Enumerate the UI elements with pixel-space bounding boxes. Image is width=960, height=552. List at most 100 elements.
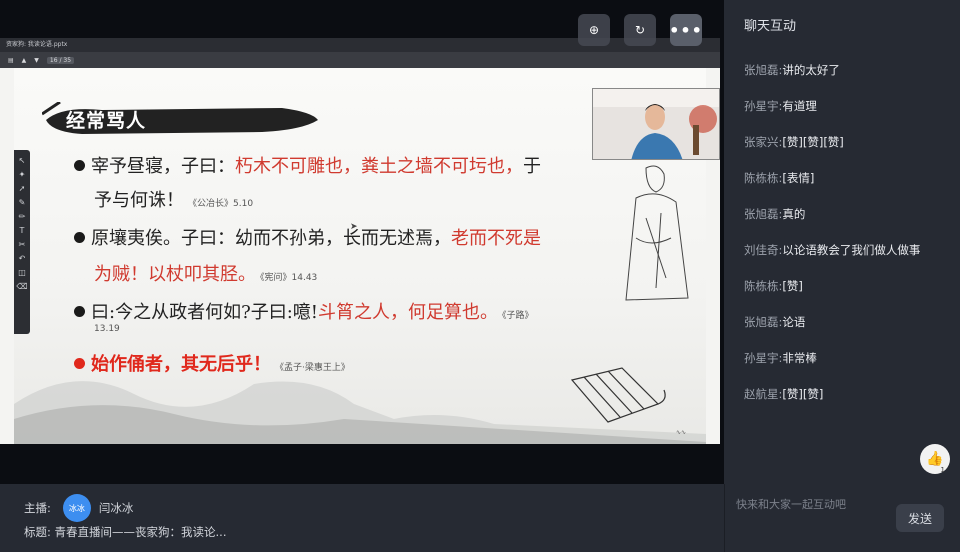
- chat-username: 张旭磊:: [744, 63, 783, 77]
- chat-username: 张家兴:: [744, 135, 783, 149]
- bullet-icon: [74, 231, 85, 243]
- subject-row: 标题: 青春直播间——丧家狗：我读论...: [24, 524, 227, 540]
- subject-text: 青春直播间——丧家狗：我读论...: [54, 525, 227, 539]
- chat-title: 聊天互动: [744, 19, 797, 34]
- mouse-cursor-icon: ➤: [350, 222, 358, 232]
- pointer-tool-icon[interactable]: ↖: [19, 156, 26, 165]
- bamboo-scroll-illustration: [570, 367, 666, 423]
- chat-username: 孙星宇:: [744, 351, 783, 365]
- scissors-tool-icon[interactable]: ✂: [19, 240, 26, 249]
- chat-text: 真的: [782, 207, 806, 221]
- pen-tool-icon[interactable]: ✎: [19, 198, 26, 207]
- text-tool-icon[interactable]: T: [20, 226, 25, 235]
- line-5-source: 《子路》: [502, 311, 534, 321]
- chat-text: [赞]: [782, 279, 803, 293]
- line-4-red: 为贼！以杖叩其胫。: [94, 264, 256, 285]
- slide-line-7: 始作俑者，其无后乎！ 《孟子·梁惠王上》: [74, 350, 350, 376]
- chat-text: 以论语教会了我们做人做事: [782, 243, 921, 257]
- line-2-black: 予与何诛！: [94, 190, 184, 211]
- more-icon[interactable]: •••: [669, 14, 702, 46]
- clear-tool-icon[interactable]: ⌫: [16, 282, 27, 291]
- chat-text: 论语: [782, 315, 806, 329]
- teacher-webcam[interactable]: [592, 88, 720, 160]
- page-indicator: 16 / 35: [46, 56, 75, 64]
- annotation-toolbar: ↖ ✦ ➚ ✎ ✏ T ✂ ↶ ◫ ⌫: [14, 150, 30, 334]
- line-3-black: 原壤夷俟。子曰：: [91, 228, 235, 249]
- sidebar-toggle-icon[interactable]: ▤: [8, 57, 14, 64]
- screen-share-icon[interactable]: ⊕: [578, 14, 610, 46]
- line-2-source: 《公冶长》5.10: [188, 199, 254, 209]
- slide-line-5: 曰:今之从政者何如?子曰:噫!斗筲之人，何足算也。 《子路》: [74, 298, 534, 324]
- chat-message: 张旭磊: 论语: [744, 314, 956, 350]
- chat-message: 孙星宇: 非常棒: [744, 350, 956, 386]
- undo-tool-icon[interactable]: ↶: [19, 254, 26, 263]
- chat-text: [表情]: [782, 171, 815, 185]
- chat-message: 陈栋栋: [表情]: [744, 170, 956, 206]
- slide-title: 经常骂人: [66, 110, 147, 132]
- slide-line-6: 13.19: [94, 324, 120, 334]
- chat-message: 刘佳奇: 以论语教会了我们做人做事: [744, 242, 956, 278]
- chat-text: 讲的太好了: [782, 63, 840, 77]
- host-label: 主播:: [24, 501, 51, 515]
- like-count: 1: [940, 466, 945, 474]
- page-up-icon[interactable]: ▲: [22, 57, 27, 64]
- host-name: 闫冰冰: [98, 501, 134, 515]
- avatar[interactable]: 冰冰: [62, 494, 91, 522]
- line-7-source: 《孟子·梁惠王上》: [275, 363, 350, 373]
- page-down-icon[interactable]: ▼: [34, 57, 39, 64]
- line-5-red: 斗筲之人，何足算也。: [318, 302, 499, 323]
- teacher-video-feed: [593, 89, 719, 159]
- chat-text: [赞][赞][赞]: [782, 135, 844, 149]
- ppt-window: 资家狗: 我读论语.pptx ▤ ▲ ▼ 16 / 35 ↖ ✦ ➚ ✎ ✏ T…: [0, 38, 720, 444]
- line-4-source: 《宪问》14.43: [260, 273, 318, 283]
- bullet-icon: [74, 305, 85, 317]
- stream-info: 主播: 冰冰 闫冰冰 标题: 青春直播间——丧家狗：我读论...: [24, 494, 227, 540]
- line-3-red: 老而不死是: [451, 228, 541, 249]
- select-tool-icon[interactable]: ➚: [19, 184, 26, 193]
- line-3-serif: 幼而不孙弟，长而无述焉，: [235, 228, 451, 249]
- thumbs-up-icon[interactable]: 👍: [920, 444, 950, 474]
- laser-tool-icon[interactable]: ✦: [19, 170, 26, 179]
- chat-input[interactable]: 快来和大家一起互动吧: [736, 496, 846, 512]
- slide-line-2: 予与何诛！ 《公冶长》5.10: [94, 186, 253, 212]
- line-1-red: 朽木不可雕也，粪土之墙不可圬也，: [235, 156, 523, 177]
- confucius-sketch-illustration: [625, 165, 689, 301]
- line-6-source: 13.19: [94, 324, 120, 334]
- line-1-tail: 于: [523, 156, 541, 177]
- eraser-tool-icon[interactable]: ◫: [18, 268, 26, 277]
- chat-username: 张旭磊:: [744, 207, 783, 221]
- chat-text: 有道理: [782, 99, 817, 113]
- chat-message-list[interactable]: 张旭磊: 讲的太好了 孙星宇: 有道理 张家兴: [赞][赞][赞] 陈栋栋: [表情]…: [744, 62, 956, 422]
- slide-watermark: ∿∿: [675, 429, 686, 436]
- ppt-toolbar: ▤ ▲ ▼ 16 / 35: [0, 52, 720, 68]
- chat-username: 陈栋栋:: [744, 279, 783, 293]
- line-5-black: 曰:今之从政者何如?子曰:噫!: [91, 302, 319, 323]
- bottom-info-bar: 主播: 冰冰 闫冰冰 标题: 青春直播间——丧家狗：我读论... 快来和大家一起…: [0, 484, 960, 552]
- slide-line-1: 宰予昼寝，子曰：朽木不可雕也，粪土之墙不可圬也，于: [74, 152, 541, 178]
- chat-message: 张家兴: [赞][赞][赞]: [744, 134, 956, 170]
- chat-message: 赵航星: [赞][赞]: [744, 386, 956, 422]
- host-row: 主播: 冰冰 闫冰冰: [24, 494, 227, 522]
- send-button[interactable]: 发送: [896, 504, 944, 532]
- chat-text: 非常棒: [782, 351, 817, 365]
- chat-message: 张旭磊: 真的: [744, 206, 956, 242]
- bullet-icon: [74, 357, 85, 369]
- chat-username: 孙星宇:: [744, 99, 783, 113]
- bullet-icon: [74, 159, 85, 171]
- chat-username: 赵航星:: [744, 387, 783, 401]
- divider: [724, 484, 725, 552]
- live-classroom-screen: ⊕ ↻ ••• 资家狗: 我读论语.pptx ▤ ▲ ▼ 16 / 35 ↖ ✦…: [0, 0, 960, 552]
- chat-message: 张旭磊: 讲的太好了: [744, 62, 956, 98]
- highlighter-tool-icon[interactable]: ✏: [19, 212, 26, 221]
- rotate-icon[interactable]: ↻: [624, 14, 656, 46]
- subject-label: 标题:: [24, 525, 51, 539]
- chat-username: 张旭磊:: [744, 315, 783, 329]
- line-7-red: 始作俑者，其无后乎！: [91, 354, 271, 375]
- chat-username: 刘佳奇:: [744, 243, 783, 257]
- chat-message: 陈栋栋: [赞]: [744, 278, 956, 314]
- chat-username: 陈栋栋:: [744, 171, 783, 185]
- chat-panel: 聊天互动 张旭磊: 讲的太好了 孙星宇: 有道理 张家兴: [赞][赞][赞] 陈栋栋…: [724, 0, 960, 484]
- video-stage: ⊕ ↻ ••• 资家狗: 我读论语.pptx ▤ ▲ ▼ 16 / 35 ↖ ✦…: [0, 0, 724, 484]
- slide-line-4: 为贼！以杖叩其胫。 《宪问》14.43: [94, 260, 317, 286]
- video-top-controls: ⊕ ↻ •••: [578, 14, 702, 46]
